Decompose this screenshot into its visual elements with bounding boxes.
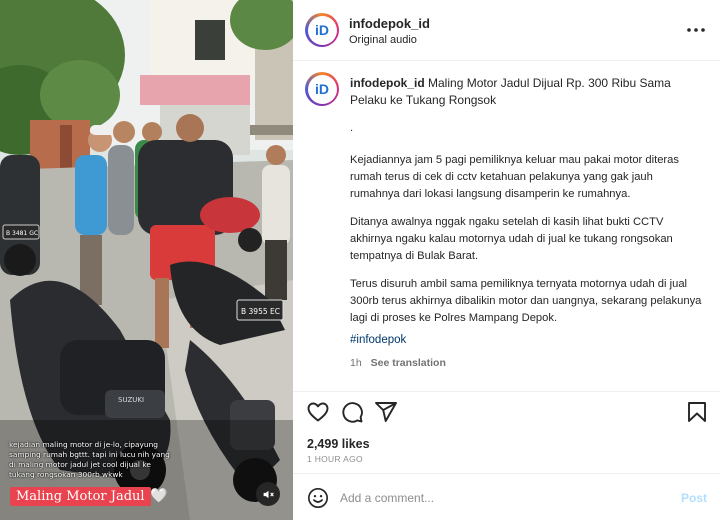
more-options-button[interactable] — [685, 20, 707, 40]
video-caption: kejadian maling motor di je-lo, cipayung… — [9, 440, 170, 479]
caption-username[interactable]: infodepok_id — [350, 76, 425, 90]
comment-input[interactable] — [340, 487, 660, 509]
header-username[interactable]: infodepok_id — [349, 16, 430, 31]
svg-text:SUZUKI: SUZUKI — [118, 396, 144, 404]
heart-icon — [307, 402, 329, 422]
avatar-logo: iD — [307, 15, 337, 45]
post-sidebar: iD infodepok_id Original audio iD infode… — [293, 0, 720, 520]
smiley-icon — [308, 488, 328, 508]
action-bar: 2,499 likes 1 HOUR AGO — [293, 391, 720, 473]
license-plate-1: B 3481 GC — [6, 230, 38, 237]
comment-button[interactable] — [340, 400, 364, 424]
post-caption-area: iD infodepok_id Maling Motor Jadul Dijua… — [293, 62, 720, 390]
muted-speaker-icon — [263, 490, 274, 498]
caption-paragraph-2: Ditanya awalnya nggak ngaku setelah di k… — [350, 216, 673, 262]
post-timestamp[interactable]: 1 HOUR AGO — [307, 454, 363, 464]
like-button[interactable] — [306, 400, 330, 424]
emoji-button[interactable] — [307, 487, 329, 509]
license-plate-2: B 3955 EC — [241, 307, 280, 316]
caption-age[interactable]: 1h — [350, 357, 362, 369]
caption-paragraph-1: Kejadiannya jam 5 pagi pemiliknya keluar… — [350, 154, 679, 200]
caption-dot: . — [350, 122, 354, 134]
save-button[interactable] — [685, 400, 709, 424]
avatar[interactable]: iD — [305, 13, 339, 47]
video-title-badge: Maling Motor Jadul — [10, 487, 151, 506]
caption-headline: infodepok_id Maling Motor Jadul Dijual R… — [350, 75, 710, 109]
mute-button[interactable] — [256, 482, 280, 506]
hashtag-link[interactable]: #infodepok — [350, 334, 406, 346]
reel-video[interactable]: SUZUKI B 3955 EC B 3481 GC kejadian mali… — [0, 0, 293, 520]
caption-meta: 1h See translation — [350, 357, 446, 369]
likes-count[interactable]: 2,499 likes — [307, 437, 370, 451]
share-icon — [375, 402, 397, 422]
caption-paragraph-3: Terus disuruh ambil sama pemiliknya tern… — [350, 278, 702, 324]
comment-icon — [342, 402, 363, 423]
comment-composer: Post — [293, 473, 720, 520]
more-horizontal-icon — [687, 28, 705, 32]
white-heart-emoji: 🤍 — [150, 487, 168, 503]
share-button[interactable] — [374, 400, 398, 424]
post-header: iD infodepok_id Original audio — [293, 0, 720, 61]
audio-label[interactable]: Original audio — [349, 34, 417, 46]
post-comment-button[interactable]: Post — [681, 491, 707, 505]
caption-avatar-logo: iD — [307, 74, 337, 104]
see-translation-button[interactable]: See translation — [371, 357, 446, 369]
caption-avatar[interactable]: iD — [305, 72, 339, 106]
bookmark-icon — [688, 402, 706, 422]
